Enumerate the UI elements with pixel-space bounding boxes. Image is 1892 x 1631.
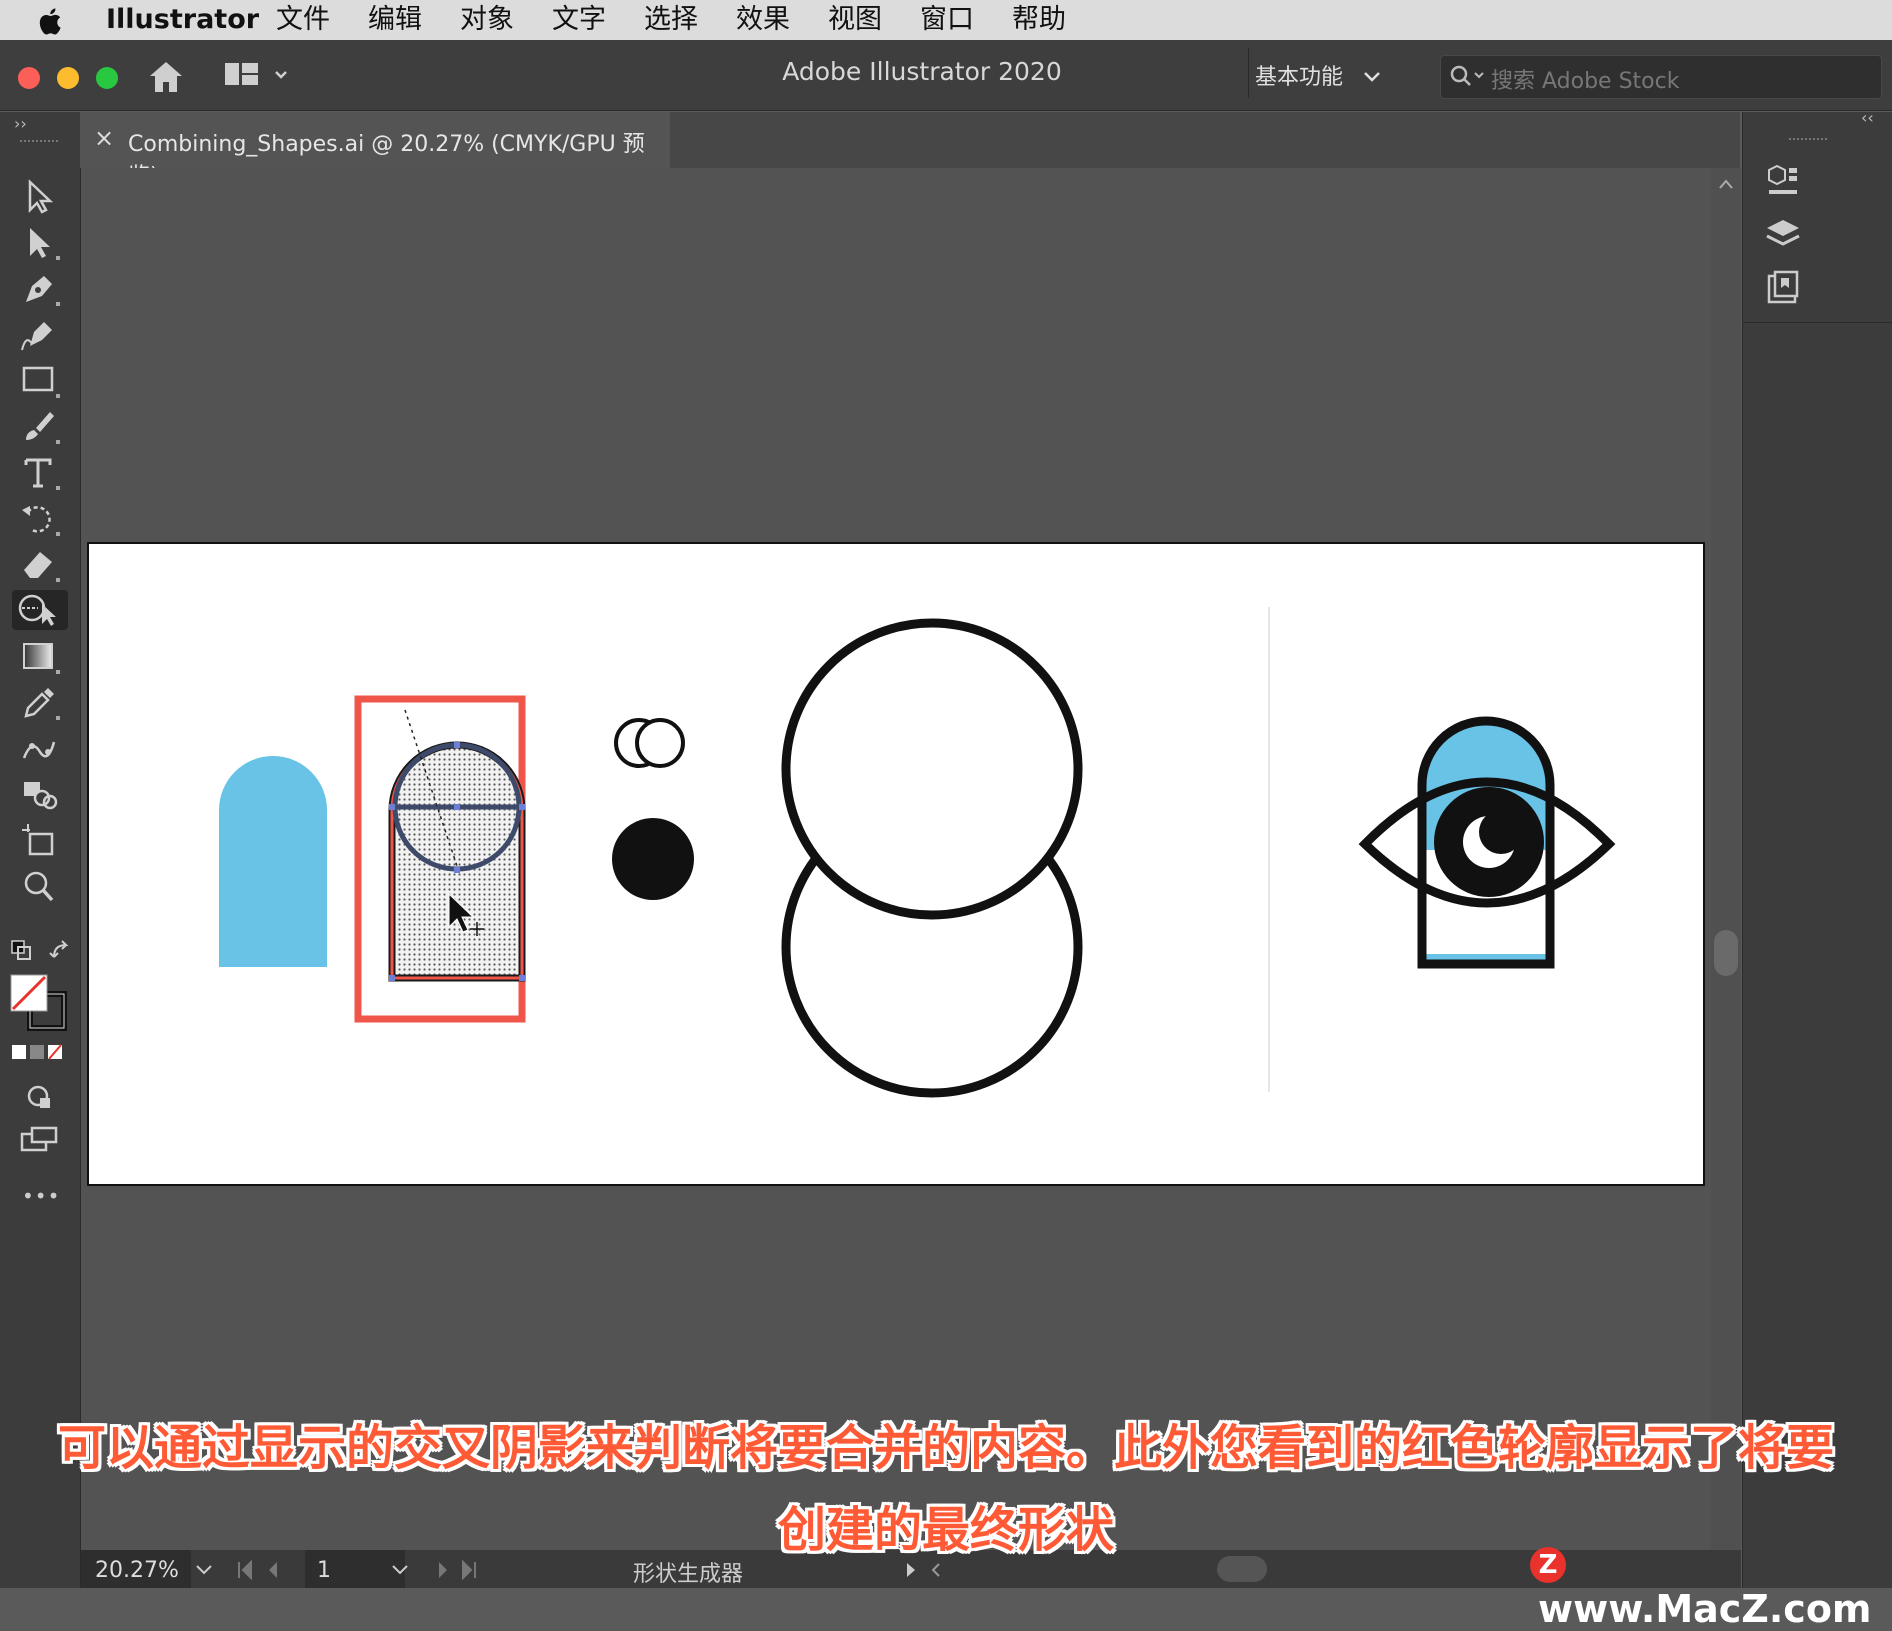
minimize-window-button[interactable] [57,67,79,89]
eraser-icon [24,552,60,582]
type-tool[interactable] [18,452,62,492]
symbol-sprayer-icon [24,782,58,810]
screen-mode-icon[interactable] [18,1124,62,1154]
small-circle-outline-right[interactable] [635,718,685,768]
home-icon[interactable] [146,58,186,96]
collapse-panel-icon[interactable]: ›› [14,114,27,133]
selection-arrow-outline-icon [28,179,54,214]
eraser-tool[interactable] [18,544,62,584]
search-placeholder: 搜索 Adobe Stock [1491,69,1680,94]
macz-logo-icon: Z [1530,1546,1566,1583]
paintbrush-icon [26,412,60,444]
watermark: Z www.MacZ.com [1530,1540,1892,1631]
rotate-icon [22,506,60,536]
zoom-window-button[interactable] [96,67,118,89]
artwork[interactable] [87,542,1701,1182]
artboard-tool[interactable] [18,820,62,860]
eyedropper-tool[interactable] [18,682,62,722]
divider [1248,48,1249,98]
menu-file[interactable]: 文件 [276,4,330,36]
gradient-tool[interactable] [18,636,62,676]
zoom-dropdown-chevron-icon[interactable] [193,1562,215,1578]
menu-type[interactable]: 文字 [552,4,606,36]
panel-grip[interactable] [20,140,58,146]
current-tool-label: 形状生成器 [633,1562,744,1587]
arrange-documents-icon[interactable] [224,62,294,88]
menu-app-name[interactable]: Illustrator [106,4,259,36]
pen-icon [26,276,60,306]
close-window-button[interactable] [18,67,40,89]
color-mode-icons[interactable] [10,1042,70,1064]
menu-object[interactable]: 对象 [460,4,514,36]
draw-mode-icon[interactable] [22,1082,62,1112]
stock-search-input[interactable]: 搜索 Adobe Stock [1440,55,1882,99]
workspace-label: 基本功能 [1255,65,1344,90]
shape-builder-preview[interactable] [388,709,526,982]
zoom-icon [24,871,54,902]
menubar: Illustrator 文件 编辑 对象 文字 选择 效果 视图 窗口 帮助 [0,0,1892,40]
puppet-warp-icon [22,741,56,759]
apple-icon[interactable] [38,6,66,36]
paintbrush-tool[interactable] [18,406,62,446]
chevron-down-icon [1364,72,1380,82]
eyedropper-icon [24,688,60,720]
swap-fill-stroke-icon[interactable] [8,937,74,967]
next-last-artboard-icons[interactable] [433,1560,493,1580]
menu-help[interactable]: 帮助 [1012,4,1066,36]
artboard-dropdown-chevron-icon[interactable] [389,1562,411,1578]
vertical-scrollbar[interactable] [1711,168,1741,1550]
direct-selection-arrow-icon [30,228,60,260]
artboards-icon[interactable] [1763,268,1803,308]
divider [1743,322,1892,323]
blue-arch-shape[interactable] [219,756,327,967]
scroll-up-icon[interactable] [1718,178,1734,190]
menu-select[interactable]: 选择 [644,4,698,36]
large-circle-top[interactable] [781,618,1083,920]
right-panel-dock: ‹‹ [1742,108,1892,1588]
gradient-icon [23,643,60,674]
menu-effect[interactable]: 效果 [736,4,790,36]
tab-combining-shapes[interactable]: × Combining_Shapes.ai @ 20.27% (CMYK/GPU… [80,112,670,189]
direct-selection-tool[interactable] [18,222,62,262]
artboard-number-value: 1 [317,1558,331,1583]
menu-view[interactable]: 视图 [828,4,882,36]
type-icon [24,458,60,490]
symbol-sprayer-tool[interactable] [18,774,62,814]
shape-builder-icon [18,594,56,626]
curvature-pen-icon [21,322,52,351]
collapse-right-panel-icon[interactable]: ‹‹ [1861,108,1874,127]
zoom-tool[interactable] [18,866,62,906]
eye-icon-artwork[interactable] [1358,716,1616,969]
layers-icon[interactable] [1763,216,1803,256]
rectangle-tool[interactable] [18,360,62,400]
caption-line-1: 可以通过显示的交叉阴影来判断将要合并的内容。此外您看到的红色轮廓显示了将要 [57,1420,1834,1476]
window-title: Adobe Illustrator 2020 [782,57,1062,86]
artboard-icon [22,824,54,856]
shape-builder-tool[interactable] [12,590,68,630]
close-tab-icon[interactable]: × [94,124,114,152]
status-menu-arrows-icon[interactable] [903,1560,963,1580]
fill-stroke-swatches[interactable] [8,972,70,1032]
rectangle-icon [22,366,60,398]
selection-tool[interactable] [18,176,62,216]
curvature-tool[interactable] [18,314,62,354]
edit-toolbar-more-icon[interactable]: ••• [22,1184,60,1208]
puppet-warp-tool[interactable] [18,728,62,768]
small-black-circle[interactable] [612,818,694,900]
menu-edit[interactable]: 编辑 [368,4,422,36]
zoom-level-value: 20.27% [95,1558,179,1583]
workspace-switcher[interactable]: 基本功能 [1255,59,1382,91]
panel-grip[interactable] [1789,138,1827,144]
libraries-icon[interactable] [1763,162,1803,202]
pen-tool[interactable] [18,268,62,308]
watermark-text: www.MacZ.com [1538,1586,1872,1631]
search-icon [1450,65,1484,86]
tools-panel: ›› ••• [0,112,81,1588]
menu-window[interactable]: 窗口 [920,4,974,36]
vertical-scroll-thumb[interactable] [1714,930,1738,976]
first-previous-artboard-icons[interactable] [235,1560,295,1580]
rotate-tool[interactable] [18,498,62,538]
